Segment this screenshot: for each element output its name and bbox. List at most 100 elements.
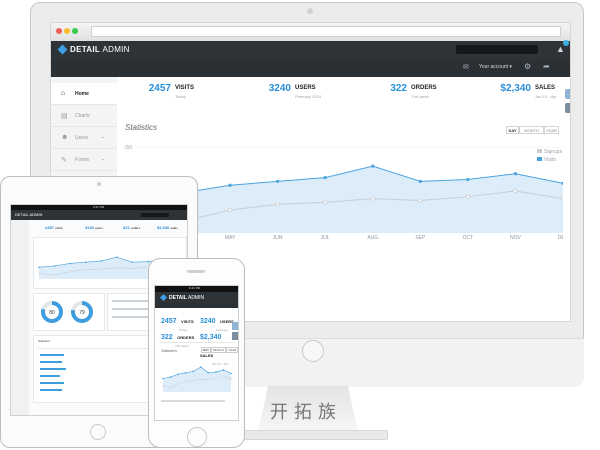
gear-icon[interactable]: ⚙ (524, 62, 531, 71)
sidebar-item-users[interactable]: ☻ Users ⌄ (51, 127, 117, 149)
range-day-button[interactable]: DAY (201, 347, 212, 353)
table-row[interactable] (40, 361, 62, 363)
phone-brand[interactable]: DETAIL ADMIN (155, 293, 205, 302)
visits-point[interactable] (38, 266, 40, 268)
visits-point[interactable] (222, 369, 225, 371)
signups-point[interactable] (323, 200, 328, 205)
stat-value: 2457 (161, 318, 177, 325)
x-tick-label: AUG (367, 235, 378, 241)
visits-point[interactable] (162, 377, 164, 380)
visits-point[interactable] (84, 261, 87, 263)
signups-point[interactable] (177, 382, 180, 385)
signups-point[interactable] (222, 375, 225, 378)
sidebar-item-forms[interactable]: ✎ Forms ⌄ (51, 149, 117, 171)
legend-swatch (537, 149, 542, 153)
signups-point[interactable] (465, 194, 470, 199)
brand-name: DETAIL (15, 212, 29, 217)
signups-point[interactable] (161, 384, 165, 387)
table-row[interactable] (40, 368, 66, 370)
signups-point[interactable] (53, 274, 56, 277)
watermark-text: 开拓族 (270, 402, 342, 423)
visits-point[interactable] (184, 372, 187, 374)
search-input[interactable] (456, 45, 538, 54)
minimize-dot[interactable] (64, 28, 70, 34)
visits-point[interactable] (276, 179, 280, 183)
theme-tab[interactable] (565, 103, 570, 113)
signups-point[interactable] (184, 380, 187, 383)
table-row[interactable] (40, 375, 60, 377)
x-tick-label: SEP (415, 235, 426, 241)
visits-point[interactable] (53, 265, 56, 267)
stat-label: VISITS (175, 85, 195, 91)
visits-point[interactable] (100, 260, 103, 262)
theme-tab[interactable] (232, 332, 238, 340)
table-row[interactable] (40, 382, 64, 384)
signups-point[interactable] (229, 378, 233, 381)
statistics-title: Statistics (125, 123, 158, 132)
signups-point[interactable] (418, 198, 423, 203)
signups-point[interactable] (228, 208, 233, 213)
signups-point[interactable] (214, 377, 217, 380)
settings-tab[interactable] (565, 89, 570, 99)
signups-point[interactable] (69, 270, 72, 273)
mail-icon[interactable]: ✉ (463, 63, 469, 71)
signups-point[interactable] (207, 378, 210, 381)
settings-tab[interactable] (232, 322, 238, 330)
visits-point[interactable] (466, 177, 470, 182)
range-year-button[interactable]: YEAR (226, 347, 238, 353)
brand-logo[interactable]: DETAIL ADMIN (57, 44, 130, 55)
stat-sub: This week (411, 94, 430, 99)
tablet-search-input[interactable] (141, 213, 169, 217)
signups-point[interactable] (275, 202, 280, 207)
visits-point[interactable] (147, 260, 149, 263)
range-month-button[interactable]: MONTH (211, 347, 227, 353)
close-dot[interactable] (56, 28, 62, 34)
visits-point[interactable] (228, 183, 232, 187)
table-row[interactable] (40, 389, 62, 391)
brand-suffix: ADMIN (187, 295, 205, 301)
signups-point[interactable] (192, 379, 195, 382)
visits-point[interactable] (207, 372, 210, 374)
visits-point[interactable] (131, 261, 134, 263)
signups-point[interactable] (131, 267, 134, 270)
phone-stat-orders: 322 ORDERS This week (161, 326, 194, 348)
sidebar-item-home[interactable]: ⌂ Home (51, 83, 117, 105)
maximize-dot[interactable] (72, 28, 78, 34)
visits-point[interactable] (115, 256, 118, 259)
stat-label: USERS (295, 85, 316, 91)
visits-point[interactable] (192, 370, 195, 373)
visits-point[interactable] (418, 179, 422, 183)
phone-subnav (155, 303, 238, 308)
table-row[interactable] (40, 354, 64, 356)
signups-point[interactable] (115, 266, 118, 269)
signups-point[interactable] (370, 196, 375, 201)
tablet-brand[interactable]: DETAIL ADMIN (15, 212, 42, 217)
signups-point[interactable] (100, 268, 103, 271)
tablet-stat-orders: 322 orders (123, 225, 140, 230)
visits-point[interactable] (177, 373, 179, 376)
range-day-button[interactable]: DAY (506, 126, 519, 134)
visits-point[interactable] (323, 175, 327, 180)
visits-point[interactable] (230, 372, 232, 375)
tablet-time: 9:41 PM (93, 205, 105, 209)
signups-point[interactable] (37, 272, 41, 275)
signups-point[interactable] (513, 189, 518, 193)
signups-point[interactable] (561, 196, 563, 201)
url-bar[interactable] (91, 26, 561, 37)
sidebar-item-charts[interactable]: ▤ Charts (51, 105, 117, 127)
monitor-camera (307, 8, 313, 14)
signups-point[interactable] (169, 386, 172, 389)
account-dropdown[interactable]: Your account ▾ (479, 64, 512, 70)
share-icon[interactable]: ➦ (543, 62, 550, 71)
signups-point[interactable] (199, 378, 202, 381)
visits-point[interactable] (69, 262, 71, 265)
visits-point[interactable] (371, 164, 375, 168)
stat-value: 2457 (45, 225, 54, 230)
visits-point[interactable] (199, 366, 202, 368)
signups-point[interactable] (84, 268, 87, 271)
visits-point[interactable] (215, 371, 217, 373)
visits-point[interactable] (513, 172, 518, 176)
visits-point[interactable] (169, 376, 172, 378)
range-year-button[interactable]: YEAR (544, 126, 559, 134)
range-month-button[interactable]: MONTH (519, 126, 544, 134)
